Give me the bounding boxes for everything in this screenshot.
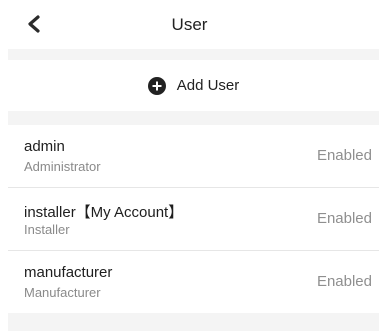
user-status: Enabled (316, 273, 372, 290)
user-row-admin[interactable]: admin Administrator Enabled (8, 125, 379, 187)
add-user-button[interactable]: Add User (8, 60, 379, 111)
user-list: admin Administrator Enabled installer【My… (8, 125, 379, 313)
bottom-spacer (8, 313, 379, 331)
user-row-manufacturer[interactable]: manufacturer Manufacturer Enabled (8, 250, 379, 313)
user-management-screen: User Add User admin Administrator Enable… (0, 0, 379, 331)
header-bar: User (0, 0, 379, 49)
user-status: Enabled (316, 147, 372, 164)
user-name: admin (24, 138, 65, 155)
user-row-installer[interactable]: installer【My Account】 Installer Enabled (8, 187, 379, 250)
plus-circle-icon (147, 76, 166, 95)
user-name: manufacturer (24, 264, 113, 281)
user-status: Enabled (316, 210, 372, 227)
section-divider (8, 111, 379, 125)
user-role: Administrator (24, 159, 101, 174)
section-divider (8, 49, 379, 60)
add-user-label: Add User (176, 77, 240, 94)
user-role: Manufacturer (24, 285, 101, 300)
user-role: Installer (24, 222, 70, 237)
page-title: User (171, 15, 208, 34)
user-name: installer【My Account】 (24, 204, 184, 221)
